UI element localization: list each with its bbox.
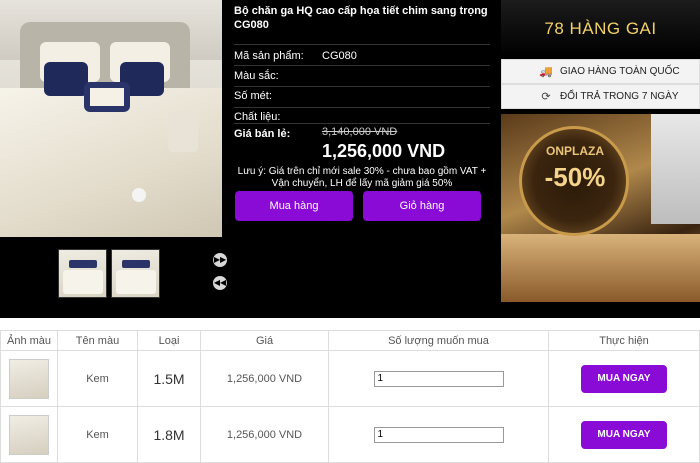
buy-now-button[interactable]: MUA NGAY	[581, 420, 667, 449]
field-label: Chất liệu:	[234, 111, 281, 123]
cart-button[interactable]: Giỏ hàng	[363, 191, 481, 221]
prev-arrow-icon[interactable]: ◀◀	[213, 276, 227, 290]
image-flower	[132, 188, 146, 202]
column-header: Ảnh màu	[0, 330, 58, 351]
table-row: Kem 1.5M 1,256,000 VND MUA NGAY	[0, 350, 700, 407]
promo-discount: -50%	[544, 162, 606, 192]
promo-bed-image	[501, 234, 700, 302]
field-label: Màu sắc:	[234, 70, 279, 82]
quantity-cell	[328, 350, 549, 407]
next-arrow-icon[interactable]: ▶▶	[213, 253, 227, 267]
field-label: Mã sản phẩm:	[234, 50, 304, 62]
field-value: CG080	[322, 50, 357, 62]
service-return: ⟳ ĐỔI TRẢ TRONG 7 NGÀY	[501, 84, 700, 109]
quantity-input[interactable]	[373, 370, 504, 387]
old-price: 3,140,000 VND	[322, 126, 398, 138]
buy-now-button[interactable]: MUA NGAY	[581, 364, 667, 393]
action-cell: MUA NGAY	[548, 406, 700, 463]
store-brand[interactable]: 78 HÀNG GAI	[501, 0, 700, 56]
image-lamp	[168, 112, 198, 152]
product-panel: ▶▶ ◀◀ Bộ chăn ga HQ cao cấp họa tiết chi…	[0, 0, 700, 318]
product-title: Bộ chăn ga HQ cao cấp họa tiết chim sang…	[234, 5, 488, 31]
sale-price: 1,256,000 VND	[322, 141, 446, 161]
table-row: Kem 1.8M 1,256,000 VND MUA NGAY	[0, 406, 700, 463]
column-header: Loại	[137, 330, 201, 351]
column-header: Thực hiện	[548, 330, 700, 351]
thumbnail-image[interactable]	[58, 249, 107, 298]
column-header: Số lượng muốn mua	[328, 330, 549, 351]
column-header: Giá	[200, 330, 329, 351]
return-icon: ⟳	[541, 91, 551, 103]
product-main-image[interactable]	[0, 0, 222, 237]
thumbnail-image[interactable]	[111, 249, 160, 298]
table-header-row: Ảnh màu Tên màu Loại Giá Số lượng muốn m…	[0, 330, 700, 351]
promo-person-image	[651, 114, 700, 224]
service-label: GIAO HÀNG TOÀN QUỐC	[560, 66, 680, 77]
quantity-input[interactable]	[373, 426, 504, 443]
color-thumbnail[interactable]	[9, 358, 49, 399]
field-row: Số mét:	[234, 86, 490, 107]
column-header: Tên màu	[57, 330, 138, 351]
field-row: Mã sản phẩm: CG080	[234, 44, 490, 65]
color-name: Kem	[57, 350, 138, 407]
price-cell: 1,256,000 VND	[200, 406, 329, 463]
service-label: ĐỔI TRẢ TRONG 7 NGÀY	[560, 91, 679, 102]
type-cell: 1.5M	[137, 350, 201, 407]
promo-brand: ONPLAZA	[546, 144, 604, 158]
color-name: Kem	[57, 406, 138, 463]
buy-button[interactable]: Mua hàng	[235, 191, 353, 221]
image-pillow	[84, 82, 130, 112]
variant-table: Ảnh màu Tên màu Loại Giá Số lượng muốn m…	[0, 330, 700, 463]
price-note: Lưu ý: Giá trên chỉ mới sale 30% - chưa …	[237, 166, 487, 189]
color-image-cell	[0, 406, 58, 463]
price-cell: 1,256,000 VND	[200, 350, 329, 407]
service-shipping: 🚚 GIAO HÀNG TOÀN QUỐC	[501, 59, 700, 84]
color-thumbnail[interactable]	[9, 414, 49, 455]
field-row: Màu sắc:	[234, 65, 490, 86]
truck-icon: 🚚	[539, 66, 553, 78]
promo-banner[interactable]: ONPLAZA -50%	[501, 114, 700, 302]
field-label: Số mét:	[234, 90, 272, 102]
type-cell: 1.8M	[137, 406, 201, 463]
quantity-cell	[328, 406, 549, 463]
price-label: Giá bán lẻ:	[234, 128, 291, 140]
color-image-cell	[0, 350, 58, 407]
action-cell: MUA NGAY	[548, 350, 700, 407]
image-pillow	[44, 62, 88, 96]
